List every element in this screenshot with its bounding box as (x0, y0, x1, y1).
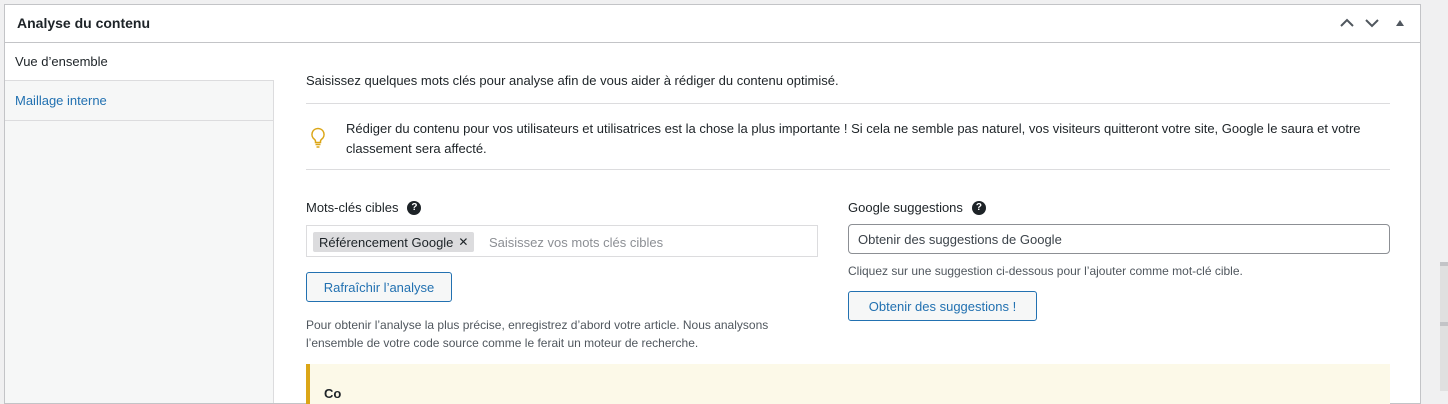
google-suggestions-label: Google suggestions ? (848, 200, 986, 215)
google-suggestions-label-text: Google suggestions (848, 200, 963, 215)
remove-tag-icon[interactable]: ✕ (458, 235, 468, 249)
tab-internal-linking[interactable]: Maillage interne (5, 81, 273, 121)
keywords-label: Mots-clés cibles ? (306, 200, 422, 215)
refresh-analysis-button[interactable]: Rafraîchir l’analyse (306, 272, 452, 302)
scrollbar-tick (1440, 262, 1448, 266)
tab-label: Vue d’ensemble (15, 54, 108, 69)
scrollbar-strip[interactable] (1440, 262, 1448, 391)
move-up-button[interactable] (1337, 13, 1357, 33)
google-hint: Cliquez sur une suggestion ci-dessous po… (848, 264, 1243, 278)
get-suggestions-button[interactable]: Obtenir des suggestions ! (848, 291, 1037, 321)
lightbulb-icon (310, 127, 326, 152)
intro-text: Saisissez quelques mots clés pour analys… (306, 73, 839, 88)
scrollbar-tick (1440, 322, 1448, 326)
keyword-chip: Référencement Google ✕ (313, 232, 475, 252)
divider (306, 169, 1390, 170)
content-analysis-panel: Analyse du contenu Vue d’ensemble Mailla… (4, 4, 1421, 404)
help-icon[interactable]: ? (971, 200, 986, 215)
toggle-panel-button[interactable] (1390, 13, 1410, 33)
keywords-tag-input[interactable]: Référencement Google ✕ (306, 225, 818, 257)
move-down-button[interactable] (1362, 13, 1382, 33)
tab-label: Maillage interne (15, 93, 107, 108)
triangle-up-icon (1396, 20, 1404, 26)
keywords-label-text: Mots-clés cibles (306, 200, 399, 215)
chevron-down-icon (1365, 19, 1379, 28)
panel-header: Analyse du contenu (5, 5, 1420, 43)
chevron-up-icon (1340, 18, 1354, 27)
help-icon[interactable]: ? (407, 200, 422, 215)
keyword-chip-label: Référencement Google (319, 234, 454, 250)
divider (306, 103, 1390, 104)
sidebar: Vue d’ensemble Maillage interne (5, 43, 274, 403)
warning-notice: Co (306, 364, 1390, 404)
keywords-input[interactable] (489, 232, 789, 252)
google-suggestions-input[interactable] (848, 224, 1390, 254)
warning-text: Co (324, 386, 342, 401)
panel-title: Analyse du contenu (17, 15, 151, 31)
tab-overview[interactable]: Vue d’ensemble (5, 43, 274, 81)
analysis-note: Pour obtenir l’analyse la plus précise, … (306, 318, 769, 350)
tip-text: Rédiger du contenu pour vos utilisateurs… (346, 121, 1361, 156)
